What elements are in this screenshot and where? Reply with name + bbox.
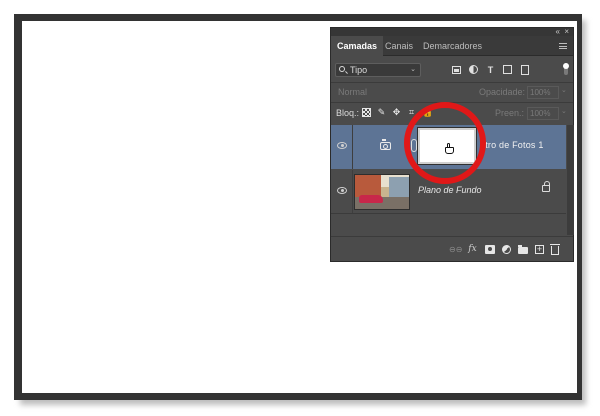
layers-bottom-bar: ⊖⊖ fx [331, 236, 573, 262]
search-icon [339, 66, 345, 72]
bottom-icons: ⊖⊖ fx [449, 244, 560, 255]
panel-title-bar: « × [331, 27, 573, 36]
fill-label: Preen.: [495, 108, 525, 118]
adjustment-thumbnail[interactable] [371, 133, 399, 159]
filter-toggle-switch[interactable] [563, 63, 569, 75]
chevron-down-icon: ⌄ [410, 66, 416, 73]
opacity-label: Opacidade: [479, 87, 526, 97]
eye-icon[interactable] [337, 142, 347, 149]
opacity-field[interactable]: 100% [527, 86, 559, 99]
blend-mode-select[interactable]: Normal [335, 86, 445, 99]
layer-name[interactable]: ltro de Fotos 1 [483, 140, 544, 150]
filter-icons: T [451, 64, 530, 76]
smart-object-filter-icon[interactable] [519, 64, 530, 75]
collapse-panel-icon[interactable]: « [556, 27, 561, 36]
panel-tab-bar: Camadas Canais Demarcadores [331, 36, 573, 56]
lock-icon [542, 181, 550, 192]
delete-layer-icon[interactable] [550, 244, 560, 255]
new-group-icon[interactable] [518, 245, 528, 254]
adjustment-layer-filter-icon[interactable] [468, 64, 479, 75]
fill-field[interactable]: 100% [527, 107, 559, 120]
lock-label: Bloq.: [336, 108, 360, 118]
chevron-down-icon[interactable]: ⌄ [561, 86, 567, 94]
tab-canais[interactable]: Canais [379, 36, 419, 56]
layer-name[interactable]: Plano de Fundo [418, 185, 482, 195]
pixel-layer-filter-icon[interactable] [451, 64, 462, 75]
divider [352, 125, 353, 169]
highlight-circle [404, 102, 486, 184]
new-layer-icon[interactable] [535, 244, 544, 255]
blend-row: Normal Opacidade: 100% ⌄ [331, 83, 573, 102]
chevron-down-icon[interactable]: ⌄ [561, 107, 567, 115]
layer-filter-row: Tipo ⌄ T [331, 60, 573, 80]
lock-transparent-pixels-icon[interactable] [362, 108, 371, 117]
tab-camadas[interactable]: Camadas [331, 36, 384, 56]
filter-kind-value: Tipo [350, 65, 368, 75]
eye-icon[interactable] [337, 187, 347, 194]
add-mask-icon[interactable] [485, 245, 495, 254]
shape-layer-filter-icon[interactable] [502, 64, 513, 75]
filter-kind-select[interactable]: Tipo ⌄ [335, 63, 421, 77]
link-layers-icon[interactable]: ⊖⊖ [449, 244, 462, 255]
adjustment-layer-icon[interactable] [502, 245, 511, 254]
camera-icon [379, 139, 391, 150]
lock-image-pixels-icon[interactable]: ✎ [377, 108, 386, 117]
lock-position-icon[interactable]: ✥ [392, 108, 401, 117]
layer-style-icon[interactable]: fx [467, 244, 478, 255]
type-layer-filter-icon[interactable]: T [485, 64, 496, 75]
divider [352, 170, 353, 213]
layer-thumbnail[interactable] [354, 174, 410, 210]
scrollbar[interactable] [567, 125, 574, 235]
panel-menu-icon[interactable] [559, 43, 567, 49]
tab-demarcadores[interactable]: Demarcadores [417, 36, 488, 56]
close-panel-icon[interactable]: × [564, 27, 569, 36]
